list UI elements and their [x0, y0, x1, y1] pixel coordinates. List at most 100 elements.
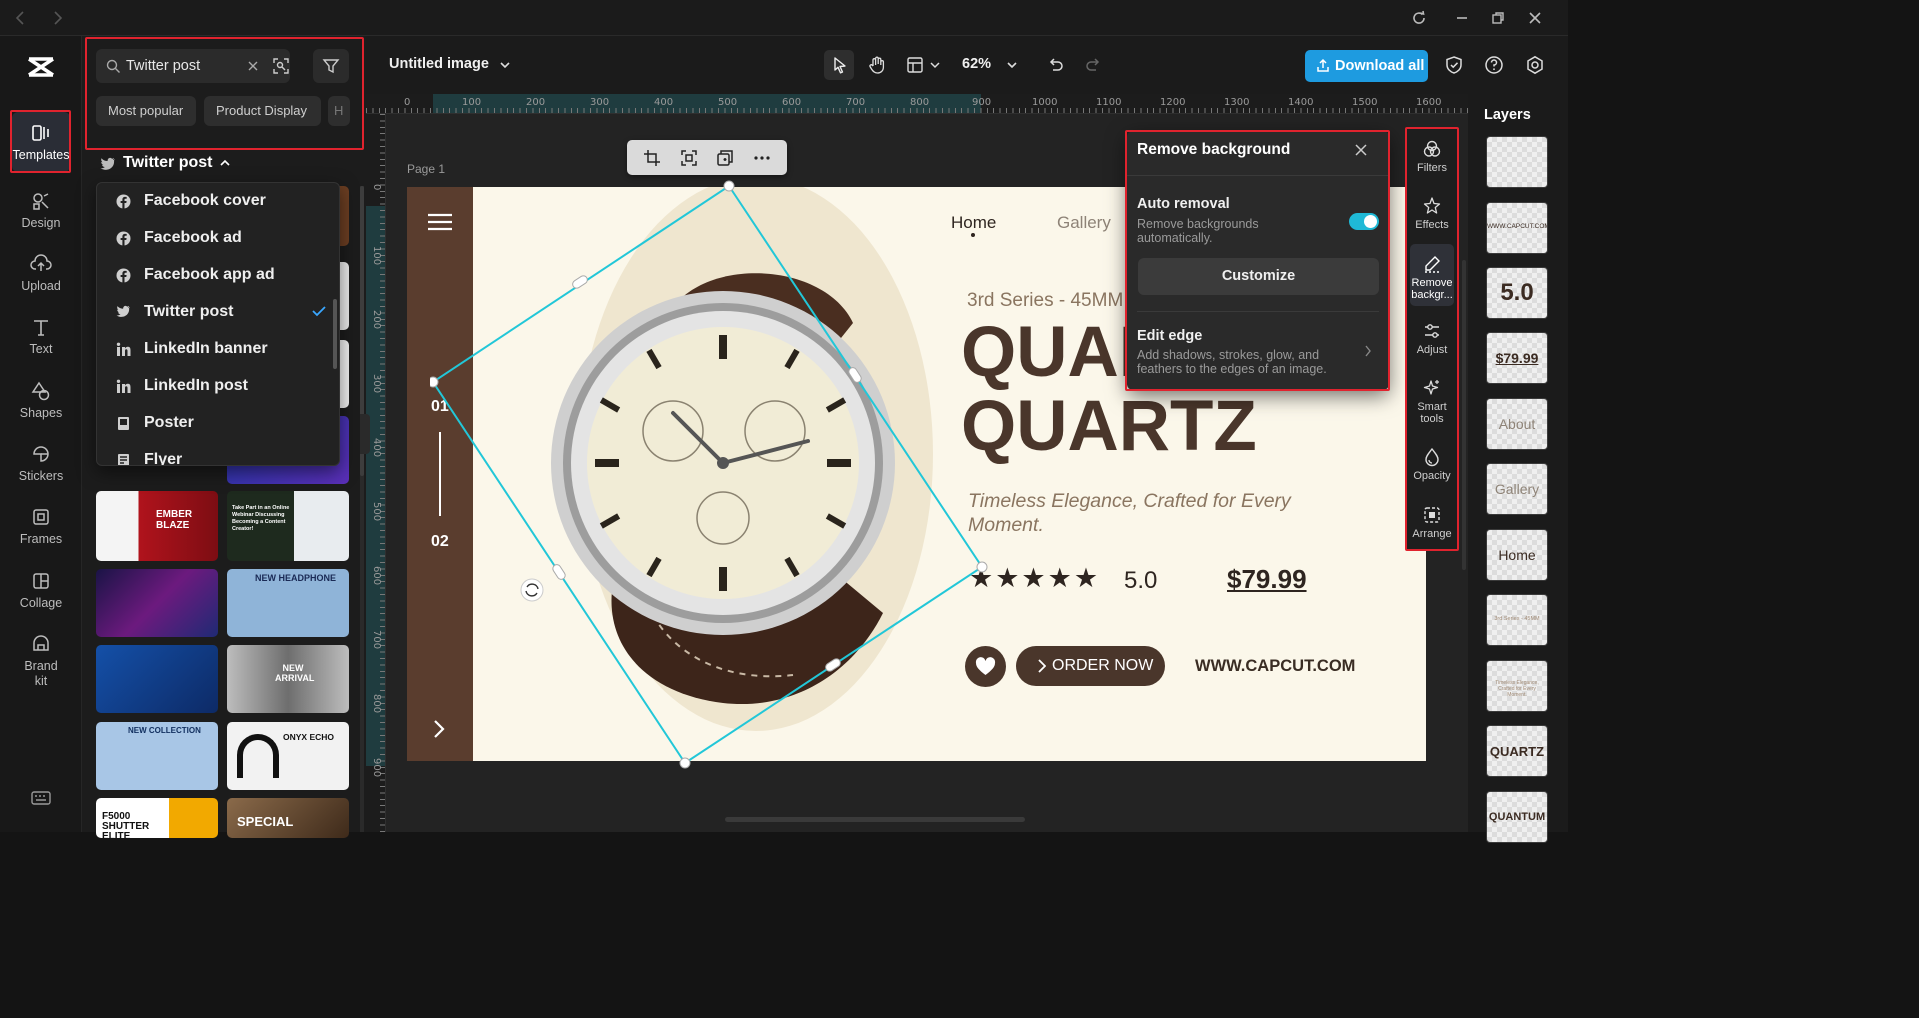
restore-icon[interactable] — [1489, 9, 1507, 27]
template-thumb[interactable]: Take Part in an Online Webinar Discussin… — [227, 491, 349, 561]
layer-item[interactable]: WWW.CAPCUT.COM — [1486, 202, 1548, 254]
tool-adjust[interactable]: Adjust — [1406, 321, 1458, 356]
close-window-icon[interactable] — [1526, 9, 1544, 27]
template-thumb[interactable]: SPECIAL — [227, 798, 349, 838]
auto-removal-toggle[interactable] — [1349, 213, 1379, 230]
dropdown-item-twitter-post[interactable]: Twitter post — [97, 294, 333, 330]
layer-item[interactable]: QUARTZ — [1486, 725, 1548, 777]
zoom-level[interactable]: 62% — [962, 56, 991, 72]
dropdown-item-flyer[interactable]: Flyer — [97, 442, 333, 465]
hamburger-menu-icon[interactable] — [427, 213, 453, 231]
template-thumb[interactable]: NEW COLLECTION — [96, 722, 218, 790]
layer-item[interactable]: 5.0 — [1486, 267, 1548, 319]
nav-brand-kit[interactable]: Brand kit — [0, 629, 82, 689]
order-now-button[interactable]: ORDER NOW — [1016, 646, 1165, 686]
canvas-title-line2[interactable]: QUARTZ — [961, 391, 1257, 463]
layer-item[interactable]: QUANTUM — [1486, 791, 1548, 843]
search-input[interactable] — [126, 56, 246, 76]
dropdown-item-facebook-ad[interactable]: Facebook ad — [97, 220, 333, 256]
chevron-down-icon[interactable] — [1006, 60, 1018, 70]
chevron-right-icon[interactable] — [431, 719, 447, 739]
redo-icon[interactable] — [1083, 55, 1103, 75]
nav-stickers[interactable]: Stickers — [0, 439, 82, 497]
template-thumb[interactable] — [96, 645, 218, 713]
keyboard-icon[interactable] — [31, 790, 51, 806]
canvas-tagline[interactable]: Timeless Elegance, Crafted for Every Mom… — [968, 489, 1328, 537]
collapse-panel-handle[interactable] — [360, 414, 370, 454]
favorite-button[interactable] — [965, 646, 1006, 687]
layer-item[interactable]: 3rd Series - 45MM — [1486, 594, 1548, 646]
watch-image[interactable] — [523, 263, 919, 713]
download-all-button[interactable]: Download all — [1305, 50, 1428, 82]
canvas-series-text[interactable]: 3rd Series - 45MM — [967, 290, 1123, 312]
chevron-right-icon[interactable] — [1364, 345, 1372, 357]
dropdown-item-facebook-app-ad[interactable]: Facebook app ad — [97, 257, 333, 293]
chip-most-popular[interactable]: Most popular — [96, 96, 196, 126]
template-thumb[interactable]: NEW HEADPHONE — [227, 569, 349, 637]
chip-more[interactable]: H — [328, 96, 350, 126]
tool-arrange[interactable]: Arrange — [1406, 505, 1458, 540]
image-search-icon[interactable] — [272, 57, 290, 75]
document-title[interactable]: Untitled image — [389, 56, 489, 72]
template-thumb[interactable]: F5000 SHUTTER ELITE — [96, 798, 218, 838]
workspace-vertical-scrollbar[interactable] — [1462, 260, 1466, 570]
nav-frames[interactable]: Frames — [0, 502, 82, 560]
chip-product-display[interactable]: Product Display — [204, 96, 321, 126]
nav-shapes[interactable]: Shapes — [0, 376, 82, 434]
edit-edge-title[interactable]: Edit edge — [1137, 328, 1202, 344]
canvas-nav-gallery[interactable]: Gallery — [1057, 213, 1111, 233]
more-icon[interactable] — [753, 149, 771, 167]
nav-templates[interactable]: Templates — [0, 112, 82, 172]
crop-icon[interactable] — [643, 149, 661, 167]
hand-icon[interactable] — [867, 55, 887, 75]
nav-collage[interactable]: Collage — [0, 566, 82, 624]
forward-arrow-icon[interactable] — [48, 9, 66, 27]
dropdown-item-linkedin-post[interactable]: LinkedIn post — [97, 368, 333, 404]
chevron-down-icon[interactable] — [930, 60, 940, 70]
canvas-website[interactable]: WWW.CAPCUT.COM — [1195, 657, 1355, 676]
nav-design[interactable]: Design — [0, 186, 82, 244]
clear-search-icon[interactable] — [247, 60, 259, 72]
template-thumb[interactable]: ONYX ECHO — [227, 722, 349, 790]
refresh-icon[interactable] — [1410, 9, 1428, 27]
template-thumb[interactable]: NEW ARRIVAL — [227, 645, 349, 713]
dropdown-item-linkedin-banner[interactable]: LinkedIn banner — [97, 331, 333, 367]
shield-icon[interactable] — [1444, 55, 1464, 75]
filter-button[interactable] — [313, 49, 349, 83]
layer-item[interactable]: About — [1486, 398, 1548, 450]
tool-opacity[interactable]: Opacity — [1406, 447, 1458, 482]
capcut-logo[interactable] — [25, 53, 57, 81]
close-icon[interactable] — [1354, 143, 1368, 157]
template-thumb[interactable]: EMBER BLAZE — [96, 491, 218, 561]
tool-filters[interactable]: Filters — [1406, 139, 1458, 174]
template-thumb[interactable] — [96, 569, 218, 637]
layer-item[interactable]: Gallery — [1486, 463, 1548, 515]
star-rating[interactable]: ★★★★★ — [969, 563, 1100, 594]
nav-upload[interactable]: Upload — [0, 249, 82, 307]
layout-icon[interactable] — [905, 55, 925, 75]
dropdown-item-poster[interactable]: Poster — [97, 405, 333, 441]
canvas-rating[interactable]: 5.0 — [1124, 567, 1157, 595]
dropdown-item-facebook-cover[interactable]: Facebook cover — [97, 183, 333, 219]
horizontal-scrollbar[interactable] — [725, 817, 1025, 822]
undo-icon[interactable] — [1046, 55, 1066, 75]
flip-icon[interactable] — [680, 149, 698, 167]
layer-item[interactable]: $79.99 — [1486, 332, 1548, 384]
duplicate-icon[interactable] — [716, 149, 734, 167]
canvas-nav-home[interactable]: Home — [951, 213, 996, 233]
customize-button[interactable]: Customize — [1138, 258, 1379, 295]
dropdown-scrollbar[interactable] — [333, 299, 337, 369]
canvas-price[interactable]: $79.99 — [1227, 564, 1307, 595]
layer-item[interactable]: Timeless Elegance, Crafted for Every Mom… — [1486, 660, 1548, 712]
minimize-icon[interactable] — [1453, 9, 1471, 27]
nav-text[interactable]: Text — [0, 312, 82, 370]
select-tool[interactable] — [824, 50, 854, 80]
layer-item[interactable]: Home — [1486, 529, 1548, 581]
layer-item[interactable] — [1486, 136, 1548, 188]
help-icon[interactable] — [1484, 55, 1504, 75]
tool-smart-tools[interactable]: Smart tools — [1406, 378, 1458, 425]
tool-effects[interactable]: Effects — [1406, 196, 1458, 231]
chevron-down-icon[interactable] — [499, 60, 511, 70]
back-arrow-icon[interactable] — [12, 9, 30, 27]
search-box[interactable] — [96, 49, 290, 83]
